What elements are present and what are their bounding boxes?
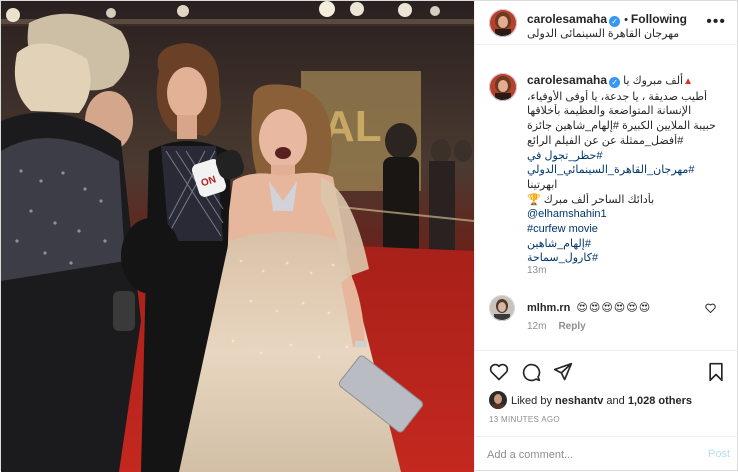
heart-icon bbox=[705, 303, 716, 314]
likes-connector: and bbox=[606, 395, 625, 407]
comment-input[interactable] bbox=[487, 445, 687, 465]
commenter-username[interactable]: mlhm.rn bbox=[527, 302, 570, 314]
post-age[interactable]: 13 MINUTES AGO bbox=[489, 415, 560, 424]
caption-line: الإنسانة المتواضعة والعظيمة بأخلاقها bbox=[527, 105, 692, 118]
share-icon[interactable] bbox=[553, 362, 573, 382]
caption-opening: ألف مبروك يا bbox=[623, 75, 684, 87]
comment-meta: 12m Reply bbox=[527, 321, 586, 332]
verified-badge-icon: ✓ bbox=[609, 16, 621, 27]
post-frame: AL ON carolesamaha ✓ • Following مهرجان … bbox=[0, 0, 738, 472]
likes-count[interactable]: 1,028 others bbox=[628, 395, 692, 407]
caption-hashtag[interactable]: #حظر_تجول في bbox=[527, 149, 727, 164]
comment-item: mlhm.rn 😍😍😍😍😍😍 12m Reply bbox=[475, 291, 738, 341]
reply-button[interactable]: Reply bbox=[558, 321, 585, 332]
author-username[interactable]: carolesamaha bbox=[527, 12, 607, 26]
post-photo[interactable]: AL ON bbox=[1, 1, 474, 472]
caption-avatar[interactable] bbox=[489, 73, 517, 101]
caption-timestamp[interactable]: 13m bbox=[527, 265, 546, 276]
caption-hashtag[interactable]: #curfew movie bbox=[527, 222, 727, 237]
comment-like-heart-icon[interactable] bbox=[705, 303, 716, 316]
caption-hashtag[interactable]: #مهرجان_القاهرة_السينمائي_الدولي bbox=[527, 163, 727, 178]
svg-text:AL: AL bbox=[323, 102, 382, 151]
caption-line: بأدائك الساحر ألف مبرك 🏆 bbox=[527, 193, 655, 206]
add-comment-bar: Post bbox=[475, 436, 738, 472]
author-avatar[interactable] bbox=[489, 9, 517, 37]
separator-dot: • bbox=[624, 14, 628, 26]
action-bar: Liked by neshantv and 1,028 others 13 MI… bbox=[475, 350, 738, 436]
caption-line: حبيبة الملايين الكبيرة #إلهام_شاهين جائز… bbox=[527, 120, 716, 133]
post-location[interactable]: مهرجان القاهرة السينمائى الدولى bbox=[527, 27, 679, 40]
caption-first-line: carolesamaha ✓ ألف مبروك يا▲ bbox=[527, 73, 727, 90]
header-line: carolesamaha ✓ • Following bbox=[527, 12, 687, 27]
caption-hashtag[interactable]: #إلهام_شاهين bbox=[527, 237, 727, 252]
comment-bubble-icon bbox=[522, 363, 541, 382]
caption-hashtag[interactable]: #كارول_سماحة bbox=[527, 251, 727, 266]
caption-text: carolesamaha ✓ ألف مبروك يا▲ أطيب صديقة ،… bbox=[527, 73, 727, 266]
comment-line: mlhm.rn 😍😍😍😍😍😍 bbox=[527, 301, 651, 314]
liker-username[interactable]: neshantv bbox=[555, 395, 603, 407]
caption-line: أطيب صديقة ، يا جدعة، يا أوفى الأوفياء، bbox=[527, 90, 708, 103]
photo-illustration: AL ON bbox=[1, 1, 474, 472]
caption-mention[interactable]: @elhamshahin1 bbox=[527, 207, 727, 222]
comment-text: 😍😍😍😍😍😍 bbox=[576, 302, 652, 314]
save-icon[interactable] bbox=[706, 362, 726, 382]
following-button[interactable]: Following bbox=[631, 12, 687, 26]
caption-line: ابهرتينا bbox=[527, 178, 558, 191]
likes-prefix: Liked by bbox=[511, 395, 552, 407]
like-heart-icon[interactable] bbox=[489, 362, 509, 382]
heart-icon bbox=[489, 363, 509, 381]
bookmark-icon bbox=[709, 362, 723, 382]
caption-line: #أفضل_ممثلة عن عن الفيلم الرائع bbox=[527, 134, 684, 147]
likes-summary: Liked by neshantv and 1,028 others bbox=[489, 391, 692, 409]
more-options-icon[interactable]: ••• bbox=[706, 13, 726, 31]
comment-icon[interactable] bbox=[521, 362, 541, 382]
verified-badge-icon: ✓ bbox=[609, 77, 621, 88]
warning-triangle-icon: ▲ bbox=[683, 76, 694, 87]
liker-avatar[interactable] bbox=[489, 391, 507, 409]
comment-timestamp[interactable]: 12m bbox=[527, 321, 546, 332]
post-comment-button[interactable]: Post bbox=[708, 448, 730, 460]
caption-username[interactable]: carolesamaha bbox=[527, 73, 607, 87]
commenter-avatar[interactable] bbox=[489, 295, 515, 321]
post-header: carolesamaha ✓ • Following مهرجان القاهرة ا… bbox=[475, 1, 738, 45]
paper-plane-icon bbox=[553, 362, 573, 381]
avatar-image bbox=[489, 391, 507, 409]
post-sidebar: carolesamaha ✓ • Following مهرجان القاهرة ا… bbox=[474, 1, 738, 472]
